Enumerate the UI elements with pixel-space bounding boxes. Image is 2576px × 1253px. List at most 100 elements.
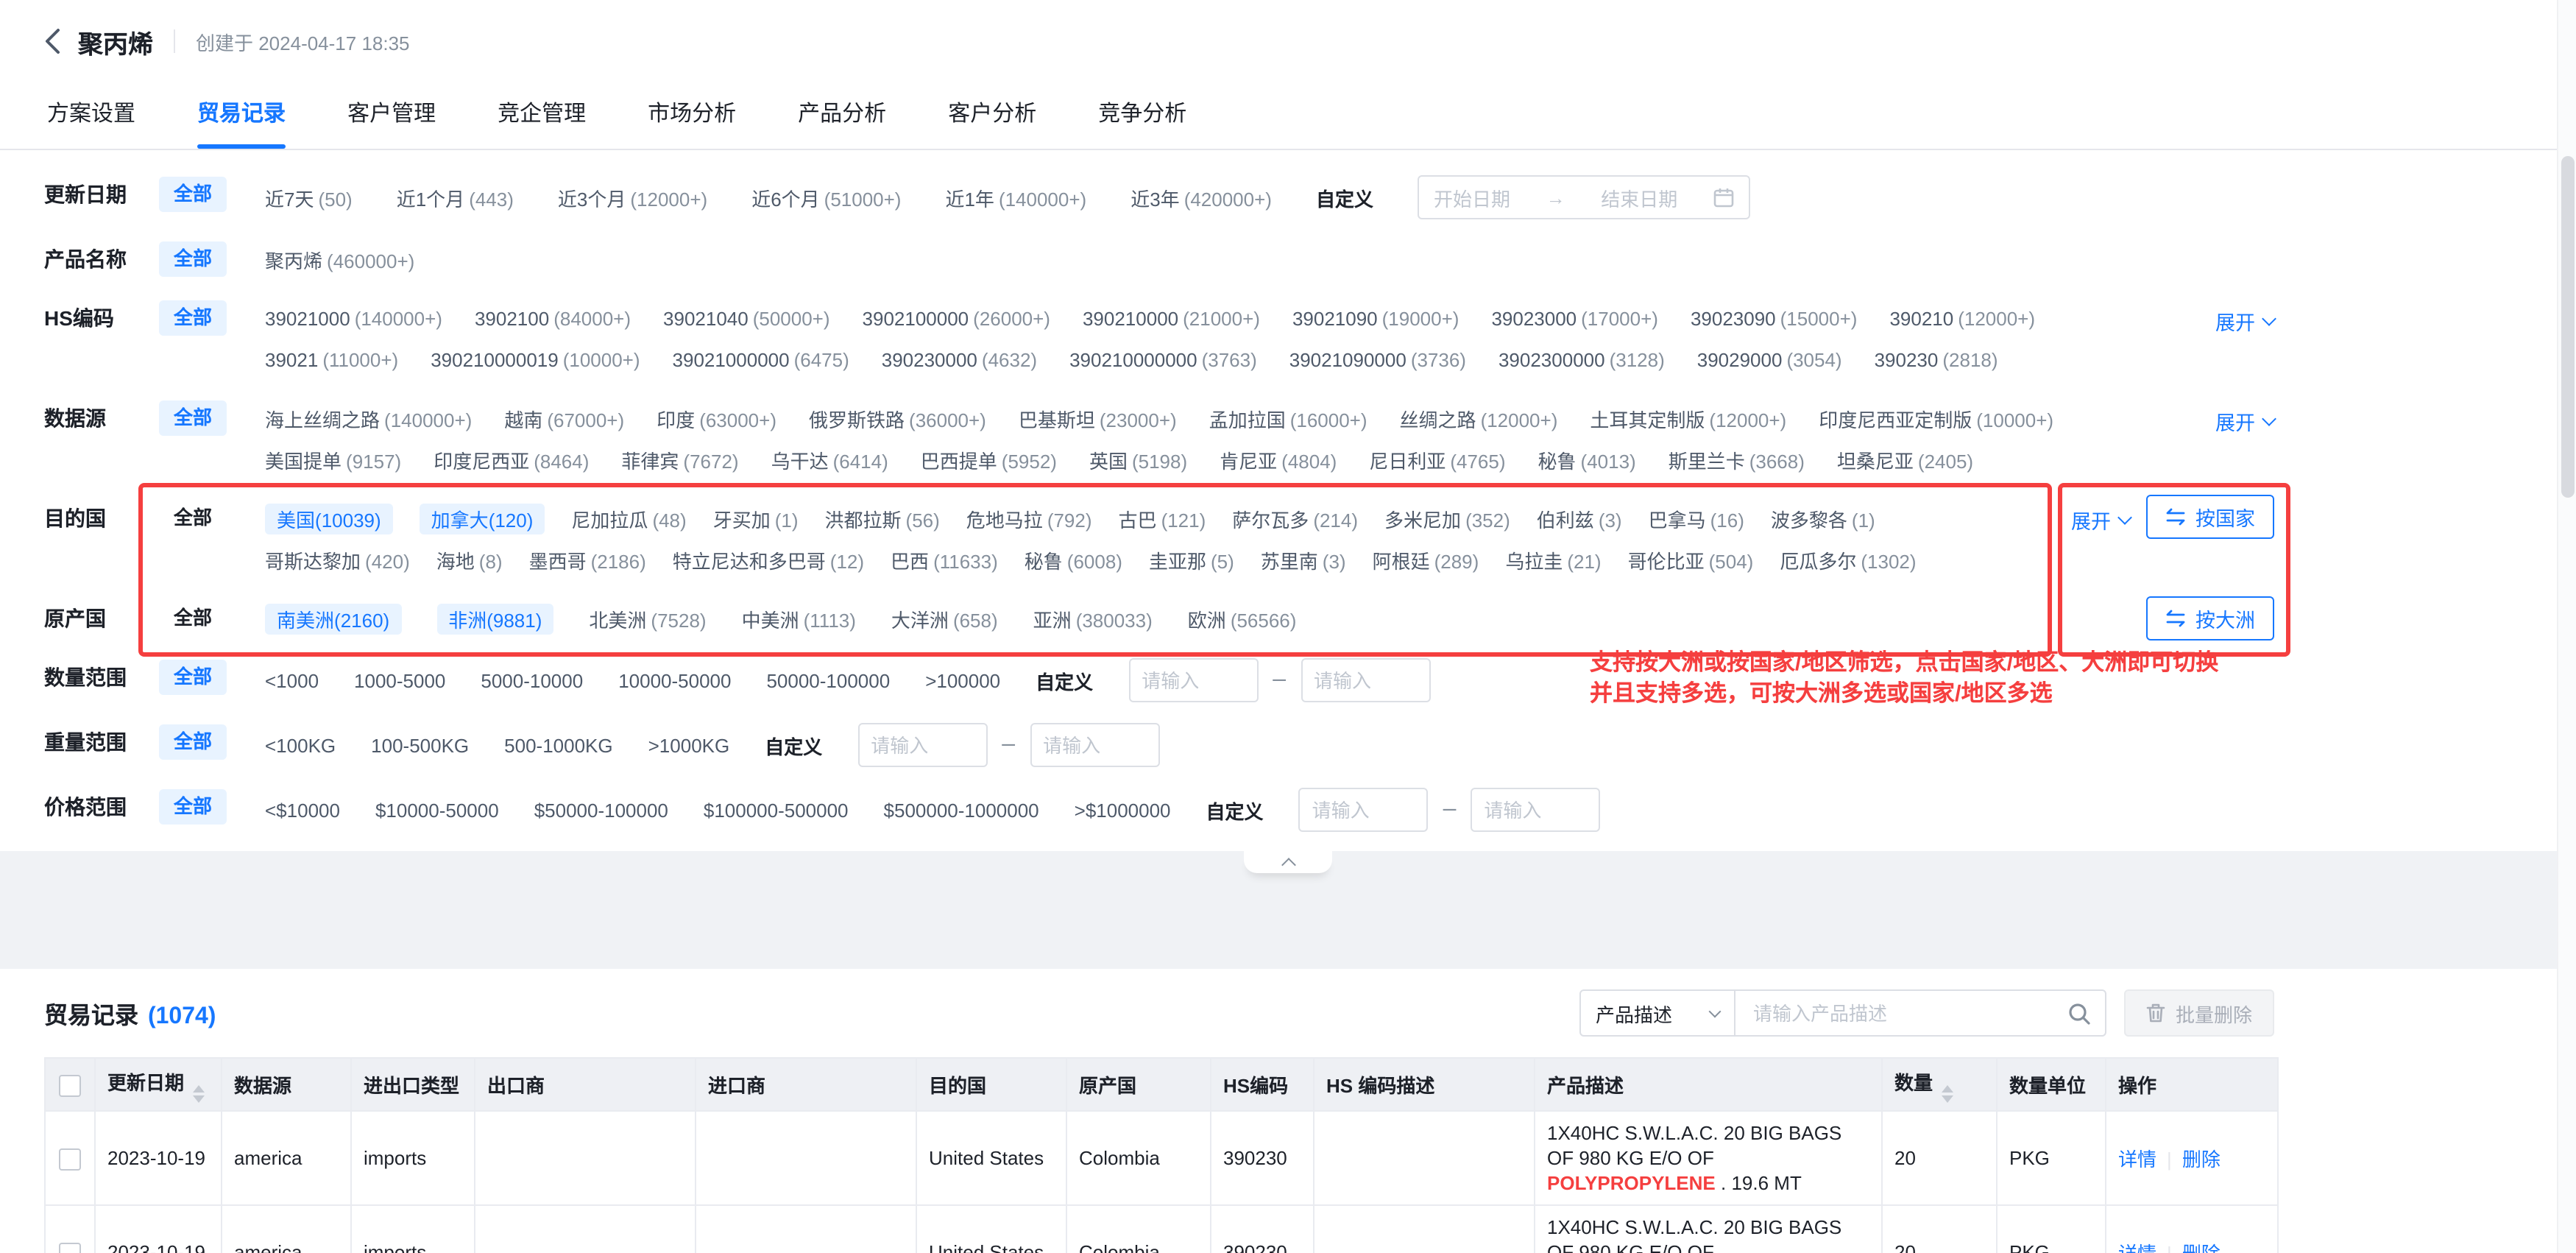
- filter-custom-option[interactable]: 自定义: [1316, 183, 1373, 211]
- filter-option[interactable]: 哥伦比亚(504): [1628, 546, 1754, 573]
- filter-option[interactable]: 多米尼加(352): [1384, 504, 1510, 532]
- filter-option[interactable]: 亚洲(380033): [1033, 604, 1153, 632]
- filter-option[interactable]: 苏里南(3): [1261, 546, 1346, 573]
- filter-all-option[interactable]: 全部: [159, 501, 227, 536]
- filter-custom-option[interactable]: 自定义: [765, 731, 822, 759]
- filter-option[interactable]: 秘鲁(4013): [1538, 445, 1636, 473]
- filter-option[interactable]: 近1个月(443): [397, 183, 514, 211]
- by-country-toggle-button[interactable]: 按国家: [2145, 495, 2274, 539]
- filter-option[interactable]: 加拿大(120): [420, 503, 545, 534]
- filter-option[interactable]: >100000: [925, 669, 1000, 691]
- filter-option[interactable]: 50000-100000: [766, 669, 890, 691]
- filter-option[interactable]: 巴西提单(5952): [921, 445, 1057, 473]
- scrollbar-thumb[interactable]: [2561, 156, 2575, 498]
- filter-option[interactable]: 牙买加(1): [713, 504, 799, 532]
- filter-option[interactable]: 美国提单(9157): [265, 445, 401, 473]
- filter-option[interactable]: 10000-50000: [618, 669, 731, 691]
- filter-option[interactable]: 5000-10000: [481, 669, 583, 691]
- filter-option[interactable]: 丝绸之路(12000+): [1400, 404, 1558, 432]
- range-min-input[interactable]: [1128, 658, 1258, 702]
- filter-option[interactable]: 1000-5000: [354, 669, 445, 691]
- filter-option[interactable]: 39021040(50000+): [663, 307, 830, 329]
- range-min-input[interactable]: [857, 723, 987, 767]
- tab-竞企管理[interactable]: 竞企管理: [498, 82, 586, 149]
- filter-option[interactable]: 3902100(84000+): [475, 307, 631, 329]
- filter-option[interactable]: 坦桑尼亚(2405): [1837, 445, 1973, 473]
- tab-方案设置[interactable]: 方案设置: [47, 82, 135, 149]
- row-checkbox[interactable]: [59, 1148, 81, 1170]
- filter-option[interactable]: 巴基斯坦(23000+): [1019, 404, 1177, 432]
- column-header-update_date[interactable]: 更新日期: [95, 1058, 222, 1111]
- filter-option[interactable]: 39029000(3054): [1697, 348, 1842, 370]
- filter-option[interactable]: 巴拿马(16): [1649, 504, 1744, 532]
- filter-option[interactable]: 印度(63000+): [657, 404, 776, 432]
- range-max-input[interactable]: [1030, 723, 1159, 767]
- tab-客户分析[interactable]: 客户分析: [948, 82, 1036, 149]
- filter-option[interactable]: 欧洲(56566): [1188, 604, 1297, 632]
- filter-option[interactable]: 390210000(21000+): [1083, 307, 1260, 329]
- filter-option[interactable]: 39021090(19000+): [1292, 307, 1459, 329]
- filter-option[interactable]: 乌拉圭(21): [1505, 546, 1601, 573]
- filter-option[interactable]: 39021(11000+): [265, 348, 398, 370]
- filter-option[interactable]: $50000-100000: [534, 799, 668, 821]
- filter-custom-option[interactable]: 自定义: [1206, 796, 1264, 824]
- filter-option[interactable]: 肯尼亚(4804): [1220, 445, 1337, 473]
- scrollbar[interactable]: [2557, 0, 2576, 1253]
- filter-option[interactable]: 厄瓜多尔(1302): [1780, 546, 1916, 573]
- filter-option[interactable]: 英国(5198): [1089, 445, 1187, 473]
- filter-option[interactable]: 海地(8): [436, 546, 503, 573]
- filter-option[interactable]: >$1000000: [1075, 799, 1171, 821]
- bulk-delete-button[interactable]: 批量删除: [2124, 989, 2274, 1037]
- filter-option[interactable]: <$10000: [265, 799, 340, 821]
- filter-all-option[interactable]: 全部: [159, 241, 227, 277]
- filter-option[interactable]: 北美洲(7528): [589, 604, 706, 632]
- dest-country-expand-link[interactable]: 展开: [2071, 505, 2130, 534]
- filter-all-option[interactable]: 全部: [159, 400, 227, 436]
- filter-option[interactable]: 39021000(140000+): [265, 307, 442, 329]
- filter-option[interactable]: $10000-50000: [375, 799, 499, 821]
- filter-option[interactable]: 斯里兰卡(3668): [1669, 445, 1805, 473]
- filter-option[interactable]: $500000-1000000: [884, 799, 1039, 821]
- filter-option[interactable]: 近3年(420000+): [1130, 183, 1272, 211]
- date-range-picker[interactable]: 开始日期→结束日期: [1418, 175, 1750, 219]
- filter-option[interactable]: 土耳其定制版(12000+): [1590, 404, 1786, 432]
- filter-option[interactable]: <1000: [265, 669, 319, 691]
- filter-option[interactable]: 390230(2818): [1875, 348, 1998, 370]
- tab-竞争分析[interactable]: 竞争分析: [1098, 82, 1186, 149]
- filter-option[interactable]: $100000-500000: [704, 799, 849, 821]
- filter-all-option[interactable]: 全部: [159, 601, 227, 636]
- product-desc-search-input[interactable]: [1750, 1000, 2068, 1026]
- filter-option[interactable]: 非洲(9881): [436, 603, 553, 634]
- row-checkbox[interactable]: [59, 1242, 81, 1253]
- filter-option[interactable]: 古巴(121): [1119, 504, 1206, 532]
- filter-all-option[interactable]: 全部: [159, 300, 227, 336]
- detail-link[interactable]: 详情: [2118, 1243, 2156, 1253]
- filter-option[interactable]: 波多黎各(1): [1771, 504, 1875, 532]
- filter-option[interactable]: 3902300000(3128): [1498, 348, 1665, 370]
- filter-option[interactable]: 孟加拉国(16000+): [1209, 404, 1367, 432]
- filter-option[interactable]: 危地马拉(792): [966, 504, 1092, 532]
- filter-option[interactable]: 巴西(11633): [891, 546, 998, 573]
- filter-option[interactable]: 印度尼西亚定制版(10000+): [1819, 404, 2053, 432]
- range-max-input[interactable]: [1471, 788, 1600, 832]
- collapse-filter-handle[interactable]: [1244, 851, 1332, 873]
- detail-link[interactable]: 详情: [2118, 1148, 2156, 1171]
- filter-option[interactable]: <100KG: [265, 734, 336, 756]
- filter-all-option[interactable]: 全部: [159, 660, 227, 695]
- filter-option[interactable]: 500-1000KG: [504, 734, 612, 756]
- filter-option[interactable]: 萨尔瓦多(214): [1232, 504, 1358, 532]
- filter-option[interactable]: 哥斯达黎加(420): [265, 546, 410, 573]
- filter-option[interactable]: 聚丙烯(460000+): [265, 245, 414, 273]
- delete-link[interactable]: 删除: [2182, 1243, 2221, 1253]
- filter-option[interactable]: 越南(67000+): [504, 404, 624, 432]
- filter-option[interactable]: 39021090000(3736): [1289, 348, 1466, 370]
- filter-option[interactable]: 390210000019(10000+): [431, 348, 640, 370]
- filter-option[interactable]: 近6个月(51000+): [751, 183, 901, 211]
- filter-all-option[interactable]: 全部: [159, 724, 227, 760]
- filter-option[interactable]: 洪都拉斯(56): [825, 504, 940, 532]
- filter-option[interactable]: 印度尼西亚(8464): [434, 445, 589, 473]
- filter-option[interactable]: 墨西哥(2186): [529, 546, 646, 573]
- filter-custom-option[interactable]: 自定义: [1036, 666, 1093, 694]
- filter-option[interactable]: 菲律宾(7672): [621, 445, 738, 473]
- sort-icon[interactable]: [1942, 1084, 1953, 1102]
